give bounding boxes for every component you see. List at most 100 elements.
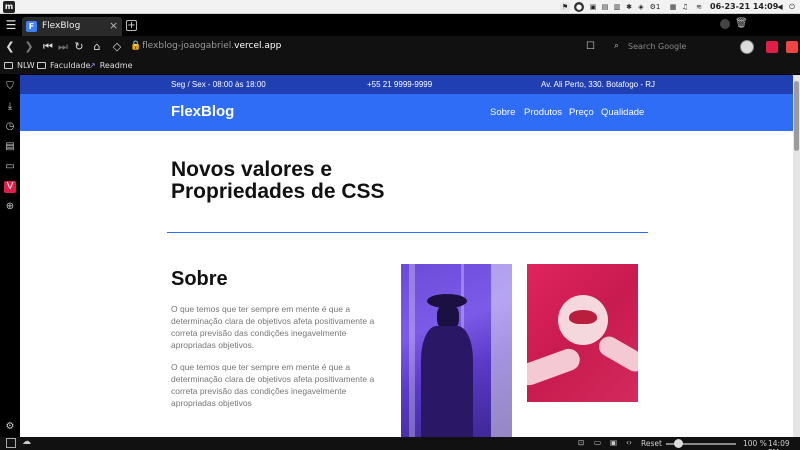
- page-title: Novos valores e Propriedades de CSS: [171, 159, 471, 203]
- reload-icon[interactable]: ↻: [72, 40, 86, 54]
- browser-tab[interactable]: F FlexBlog ×: [22, 17, 122, 36]
- window-frame: [409, 264, 415, 437]
- clipboard-icon[interactable]: ▤: [600, 2, 610, 12]
- music-icon[interactable]: ♫: [680, 2, 690, 12]
- history-icon[interactable]: ◷: [4, 121, 16, 133]
- vivaldi-icon[interactable]: V: [4, 181, 16, 193]
- sync-icon[interactable]: ☁: [22, 437, 31, 447]
- woman-photo: [401, 264, 512, 437]
- zoom-slider[interactable]: [666, 439, 736, 448]
- bookmark-readme[interactable]: ↗ Readme: [89, 61, 133, 70]
- os-clock[interactable]: 06-23-21 14:09: [710, 2, 778, 11]
- window-icon[interactable]: ▭: [4, 161, 16, 173]
- search-field[interactable]: ⌕ Search Google: [612, 39, 730, 55]
- home-icon[interactable]: ⌂: [90, 40, 104, 54]
- hand-shape: [595, 332, 638, 376]
- update-count: 1: [655, 3, 661, 11]
- panel-toggle-icon[interactable]: [6, 438, 16, 448]
- zoom-reset-button[interactable]: Reset: [641, 439, 662, 448]
- shield-icon[interactable]: ◈: [636, 2, 646, 12]
- status-clock: 14:09 PM: [768, 439, 790, 450]
- page-title-line: Propriedades de CSS: [171, 180, 385, 203]
- capture-icon[interactable]: ⊡: [578, 438, 584, 447]
- notes-icon[interactable]: ▥: [612, 2, 622, 12]
- cloud-icon[interactable]: [720, 19, 730, 29]
- zoom-slider-handle[interactable]: [674, 439, 683, 448]
- window-light: [491, 264, 512, 437]
- extension-icon[interactable]: [786, 41, 798, 53]
- bookmark-page-icon[interactable]: ☐: [586, 41, 595, 52]
- bookmark-folder-faculdade[interactable]: Faculdade: [37, 61, 90, 70]
- page-title-line: Novos valores e: [171, 158, 333, 181]
- bookmarks-icon[interactable]: ⛉: [4, 81, 16, 93]
- divider: [167, 232, 648, 233]
- volume-icon[interactable]: ◀: [775, 2, 785, 12]
- forward-icon[interactable]: ❯: [22, 40, 36, 54]
- bluetooth-icon[interactable]: ✱: [624, 2, 634, 12]
- os-top-bar: m ⚑ ● ▣ ▤ ▥ ✱ ◈ ⚙1 ▦ ♫ ≋ 06-23-21 14:09 …: [0, 0, 800, 14]
- fast-forward-icon[interactable]: ⏭: [56, 40, 70, 54]
- code-icon[interactable]: ‹›: [626, 438, 632, 447]
- distro-logo-icon[interactable]: m: [3, 1, 15, 13]
- notes-icon[interactable]: ▤: [4, 141, 16, 153]
- zoom-level: 100 %: [743, 439, 767, 448]
- screen: m ⚑ ● ▣ ▤ ▥ ✱ ◈ ⚙1 ▦ ♫ ≋ 06-23-21 14:09 …: [0, 0, 800, 450]
- url-domain: vercel.app: [234, 41, 282, 51]
- trash-icon[interactable]: 🗑: [735, 18, 748, 29]
- power-icon[interactable]: ⏻: [787, 2, 797, 12]
- status-bar: ☁ ⊡ ▭ ▣ ‹› Reset 100 % 14:09 PM: [0, 437, 800, 450]
- scrollbar-thumb[interactable]: [794, 81, 799, 151]
- wifi-icon[interactable]: ≋: [694, 2, 704, 12]
- phone-number: +55 21 9999-9999: [367, 80, 433, 89]
- tab-title: FlexBlog: [42, 21, 81, 31]
- shield-icon[interactable]: ◇: [110, 40, 124, 54]
- hand-shape: [527, 345, 583, 389]
- folder-icon: [37, 62, 46, 69]
- rewind-icon[interactable]: ⏮: [41, 40, 55, 54]
- close-icon[interactable]: ×: [109, 19, 118, 32]
- bookmarks-bar: NLW Faculdade ↗ Readme: [0, 58, 800, 75]
- hands-photo: [527, 264, 638, 402]
- settings-icon[interactable]: ⚙: [4, 421, 16, 433]
- nav-link-qualidade[interactable]: Qualidade: [601, 107, 644, 118]
- app-tray-icon[interactable]: ●: [574, 2, 584, 12]
- nav-link-produtos[interactable]: Produtos: [524, 107, 562, 118]
- lock-icon: 🔒: [130, 41, 142, 51]
- site-logo[interactable]: FlexBlog: [171, 103, 234, 120]
- page-scrollbar[interactable]: [793, 75, 800, 437]
- tiling-icon[interactable]: ▭: [594, 438, 601, 447]
- paragraph: O que temos que ter sempre em mente é qu…: [171, 304, 375, 350]
- downloads-icon[interactable]: ⤓: [4, 101, 16, 113]
- paragraph: O que temos que ter sempre em mente é qu…: [171, 362, 375, 408]
- url-text: flexblog-joaogabriel.vercel.app: [142, 41, 281, 51]
- image-icon[interactable]: ▣: [610, 438, 617, 447]
- flag-icon[interactable]: ⚑: [560, 2, 570, 12]
- update-icon[interactable]: ⚙1: [648, 2, 662, 12]
- bookmark-icon: ↗: [89, 61, 96, 70]
- site-header: FlexBlog Sobre Produtos Preço Qualidade: [20, 94, 793, 131]
- nav-link-sobre[interactable]: Sobre: [490, 107, 515, 118]
- web-page: Seg / Sex - 08:00 às 18:00 +55 21 9999-9…: [20, 75, 793, 437]
- sprouts-shape: [569, 310, 597, 324]
- extension-icon[interactable]: [766, 41, 778, 53]
- nav-link-preco[interactable]: Preço: [569, 107, 594, 118]
- profile-avatar[interactable]: [740, 40, 754, 54]
- url-prefix: flexblog-joaogabriel.: [142, 41, 235, 51]
- body-shape: [421, 326, 473, 437]
- search-icon: ⌕: [614, 41, 620, 51]
- display-icon[interactable]: ▦: [668, 2, 678, 12]
- business-hours: Seg / Sex - 08:00 às 18:00: [171, 80, 266, 89]
- network-icon[interactable]: ▣: [588, 2, 598, 12]
- address: Av. Ali Perto, 330. Botafogo - RJ: [541, 80, 655, 89]
- contact-strip: Seg / Sex - 08:00 às 18:00 +55 21 9999-9…: [20, 75, 793, 94]
- address-bar[interactable]: 🔒 flexblog-joaogabriel.vercel.app: [130, 39, 608, 55]
- tab-strip: ☰ F FlexBlog × + 🗑: [0, 14, 800, 36]
- add-panel-icon[interactable]: ⊕: [4, 201, 16, 213]
- new-tab-button[interactable]: +: [126, 20, 137, 31]
- back-icon[interactable]: ❮: [3, 40, 17, 54]
- tab-favicon-icon: F: [26, 21, 37, 32]
- menu-icon[interactable]: ☰: [4, 18, 18, 32]
- folder-icon: [4, 62, 13, 69]
- bookmark-folder-nlw[interactable]: NLW: [4, 61, 35, 70]
- section-heading: Sobre: [171, 268, 228, 290]
